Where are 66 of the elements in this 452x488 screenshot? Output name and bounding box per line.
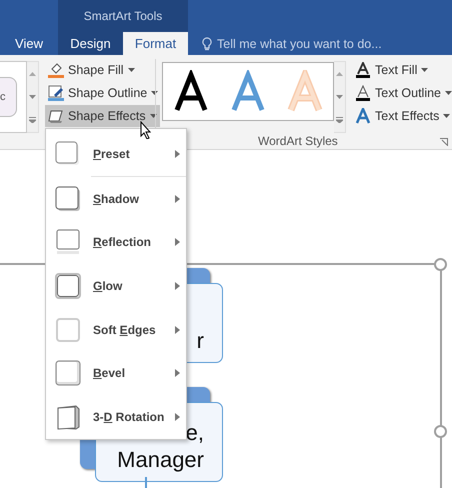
shape-effects-icon xyxy=(48,109,64,123)
bevel-square-icon xyxy=(55,360,81,386)
scroll-down-icon[interactable] xyxy=(336,94,343,99)
soft-edges-square-icon xyxy=(55,316,81,343)
expand-gallery-icon[interactable] xyxy=(29,117,36,124)
text-fill-icon xyxy=(355,62,371,78)
menu-item-label: Reflection xyxy=(93,235,152,250)
text-effects-icon xyxy=(355,108,371,124)
submenu-arrow-icon xyxy=(175,282,180,290)
menu-item[interactable]: Shadow xyxy=(46,176,186,220)
menu-item[interactable]: Soft Edges xyxy=(46,308,186,352)
menu-item[interactable]: Preset xyxy=(46,132,186,176)
ribbon-button[interactable]: Text Fill xyxy=(352,59,432,81)
submenu-arrow-icon xyxy=(175,326,180,334)
scroll-down-icon[interactable] xyxy=(29,94,36,99)
resize-handle[interactable] xyxy=(434,425,447,438)
ribbon-tab[interactable]: Design xyxy=(58,32,123,55)
scroll-up-icon[interactable] xyxy=(336,72,343,76)
submenu-arrow-icon xyxy=(175,150,180,158)
ribbon-button[interactable]: Shape Effects xyxy=(45,105,160,127)
shape-text: r xyxy=(196,327,204,354)
text-outline-icon xyxy=(355,85,371,101)
dropdown-caret-icon xyxy=(445,91,452,95)
ribbon-button[interactable]: Shape Fill xyxy=(45,59,138,81)
gallery-scrollbar[interactable] xyxy=(27,61,39,133)
submenu-arrow-icon xyxy=(175,194,180,203)
shape-text: Manager xyxy=(117,446,204,473)
cube-icon xyxy=(55,404,81,430)
dropdown-caret-icon xyxy=(421,68,428,72)
menu-item-label: Shadow xyxy=(93,192,140,206)
shadow-square-icon xyxy=(55,186,81,212)
expand-gallery-icon[interactable] xyxy=(336,117,343,124)
submenu-arrow-icon xyxy=(175,369,180,378)
menu-item-label: Bevel xyxy=(93,366,126,380)
ribbon-button[interactable]: Text Effects xyxy=(352,105,452,127)
reflection-square-icon xyxy=(55,229,81,256)
menu-item[interactable]: Reflection xyxy=(46,220,186,264)
preset-square-icon xyxy=(55,140,81,167)
menu-item[interactable]: Bevel xyxy=(46,352,186,396)
menu-item-label: Preset xyxy=(93,146,131,161)
wordart-gallery[interactable] xyxy=(162,62,334,121)
ribbon-button[interactable]: Text Outline xyxy=(352,82,452,104)
shape-style-thumbnail[interactable]: c xyxy=(0,77,17,117)
lightbulb-icon xyxy=(202,36,212,50)
gallery-scrollbar[interactable] xyxy=(334,61,346,133)
contextual-tab-group-label: SmartArt Tools xyxy=(58,0,188,32)
ribbon-tab[interactable]: View xyxy=(0,32,58,55)
ribbon-tab[interactable]: Format xyxy=(123,32,188,55)
paint-bucket-icon xyxy=(48,62,64,78)
menu-item-label: Soft Edges xyxy=(93,322,157,337)
pencil-icon xyxy=(48,85,64,101)
shape-text: e, xyxy=(186,419,204,446)
submenu-arrow-icon xyxy=(175,238,180,246)
dropdown-caret-icon xyxy=(128,68,135,72)
ribbon-button[interactable]: Shape Outline xyxy=(45,82,162,104)
scroll-up-icon[interactable] xyxy=(29,72,36,76)
dialog-launcher-icon[interactable] xyxy=(440,138,448,146)
menu-item-label: Glow xyxy=(93,279,124,294)
tell-me-field[interactable]: Tell me what you want to do... xyxy=(202,32,382,55)
menu-item-label: 3-D Rotation xyxy=(93,410,166,424)
resize-handle[interactable] xyxy=(434,258,447,271)
submenu-arrow-icon xyxy=(175,413,180,422)
glow-square-icon xyxy=(55,273,81,300)
dropdown-caret-icon xyxy=(443,114,450,118)
menu-item[interactable]: Glow xyxy=(46,264,186,308)
group-label: WordArt Styles xyxy=(258,134,338,148)
